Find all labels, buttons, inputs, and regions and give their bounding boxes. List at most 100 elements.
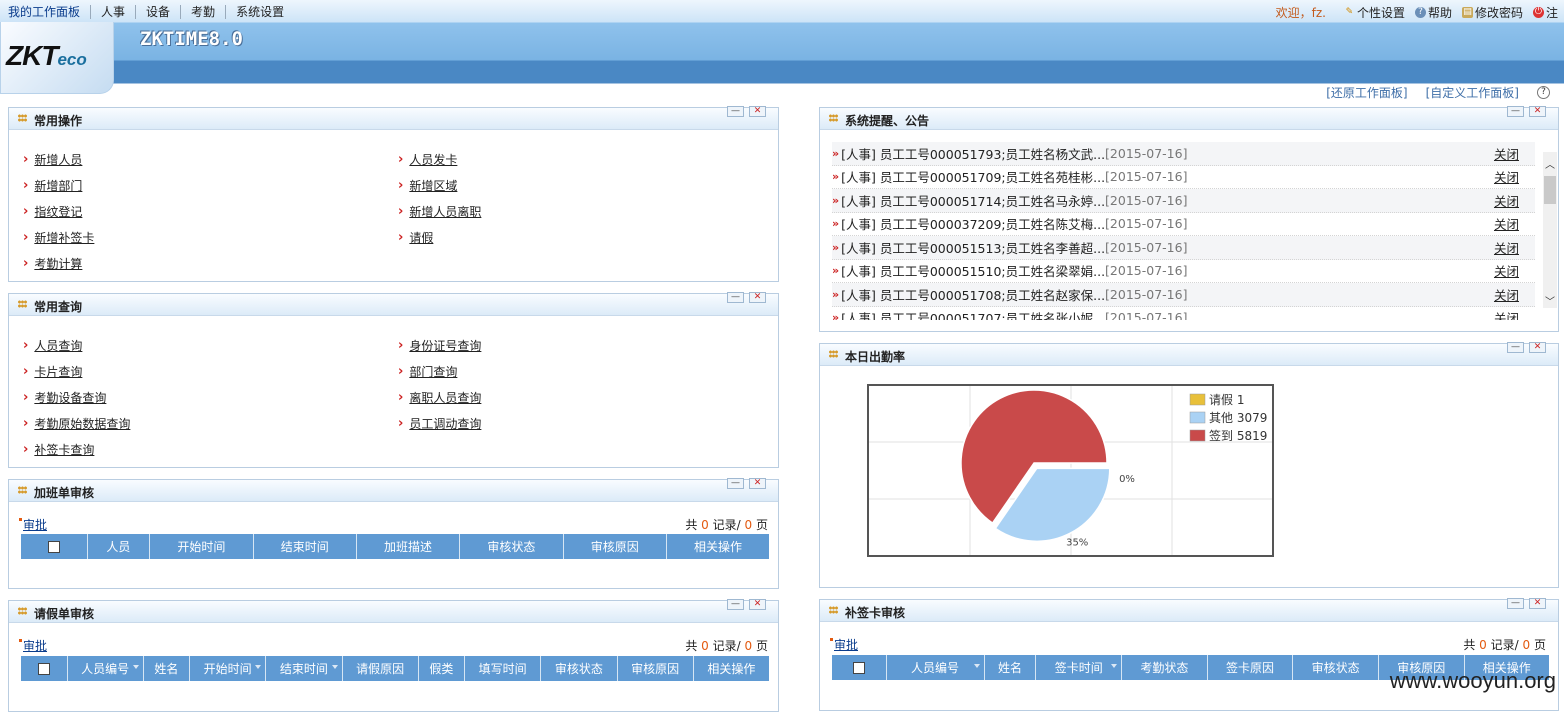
customize-dashboard-link[interactable]: [自定义工作面板]	[1426, 84, 1519, 101]
minimize-icon[interactable]: —	[727, 599, 744, 610]
drag-handle-icon[interactable]	[18, 607, 27, 615]
drag-handle-icon[interactable]	[18, 486, 27, 494]
change-password-link[interactable]: ▤修改密码	[1462, 4, 1523, 21]
notice-item[interactable]: »[人事] 员工工号000051513;员工姓名李善超...[2015-07-1…	[832, 236, 1535, 260]
drag-handle-icon[interactable]	[829, 606, 838, 614]
notice-close-link[interactable]: 关闭	[1494, 285, 1519, 304]
close-icon[interactable]: ✕	[1529, 106, 1546, 117]
select-all-checkbox[interactable]	[832, 655, 886, 680]
drag-handle-icon[interactable]	[18, 114, 27, 122]
column-header[interactable]: 签卡时间	[1036, 655, 1122, 680]
help-link[interactable]: ?帮助	[1415, 4, 1452, 21]
notice-item[interactable]: »[人事] 员工工号000051709;员工姓名苑桂彬...[2015-07-1…	[832, 166, 1535, 190]
scroll-down-icon[interactable]: ﹀	[1545, 293, 1555, 308]
issue-card-link[interactable]: 人员发卡	[409, 151, 457, 168]
notice-item[interactable]: »[人事] 员工工号000051793;员工姓名杨文武...[2015-07-1…	[832, 142, 1535, 166]
minimize-icon[interactable]: —	[727, 292, 744, 303]
add-resignation-link[interactable]: 新增人员离职	[409, 203, 481, 220]
notice-close-link[interactable]: 关闭	[1494, 191, 1519, 210]
add-person-link[interactable]: 新增人员	[34, 151, 82, 168]
notice-close-link[interactable]: 关闭	[1494, 167, 1519, 186]
add-makeup-card-link[interactable]: 新增补签卡	[34, 229, 94, 246]
column-header[interactable]: 加班描述	[356, 534, 459, 559]
add-department-link[interactable]: 新增部门	[34, 177, 82, 194]
approve-button[interactable]: 审批	[19, 637, 47, 654]
notice-close-link[interactable]: 关闭	[1494, 238, 1519, 257]
column-header[interactable]: 结束时间	[253, 534, 356, 559]
department-query-link[interactable]: 部门查询	[409, 363, 457, 380]
attendance-calc-link[interactable]: 考勤计算	[34, 255, 82, 272]
makeup-card-query-link[interactable]: 补签卡查询	[34, 441, 94, 458]
notice-close-link[interactable]: 关闭	[1494, 261, 1519, 280]
raw-data-query-link[interactable]: 考勤原始数据查询	[34, 415, 130, 432]
personal-settings-link[interactable]: ✎个性设置	[1344, 4, 1405, 21]
notice-item[interactable]: »[人事] 员工工号000051510;员工姓名梁翠娟...[2015-07-1…	[832, 260, 1535, 284]
notice-item[interactable]: »[人事] 员工工号000051707;员工姓名张小妮...[2015-07-1…	[832, 307, 1535, 321]
column-header[interactable]: 审核状态	[1293, 655, 1379, 680]
close-icon[interactable]: ✕	[749, 478, 766, 489]
approve-button[interactable]: 审批	[19, 516, 47, 533]
notice-scrollbar[interactable]: ︿﹀	[1543, 152, 1557, 308]
card-query-link[interactable]: 卡片查询	[34, 363, 82, 380]
scroll-up-icon[interactable]: ︿	[1545, 156, 1555, 171]
add-area-link[interactable]: 新增区域	[409, 177, 457, 194]
transfer-query-link[interactable]: 员工调动查询	[409, 415, 481, 432]
restore-dashboard-link[interactable]: [还原工作面板]	[1326, 84, 1407, 101]
minimize-icon[interactable]: —	[727, 478, 744, 489]
id-number-query-link[interactable]: 身份证号查询	[409, 337, 481, 354]
notice-item[interactable]: »[人事] 员工工号000037209;员工姓名陈艾梅...[2015-07-1…	[832, 213, 1535, 237]
nav-item-device[interactable]: 设备	[136, 5, 181, 19]
column-header[interactable]: 人员	[87, 534, 150, 559]
column-header[interactable]: 人员编号	[67, 656, 143, 681]
minimize-icon[interactable]: —	[1507, 598, 1524, 609]
column-header[interactable]: 开始时间	[190, 656, 266, 681]
nav-item-dashboard[interactable]: 我的工作面板	[8, 5, 91, 19]
drag-handle-icon[interactable]	[829, 114, 838, 122]
close-icon[interactable]: ✕	[1529, 342, 1546, 353]
minimize-icon[interactable]: —	[1507, 342, 1524, 353]
notice-item[interactable]: »[人事] 员工工号000051714;员工姓名马永婷...[2015-07-1…	[832, 189, 1535, 213]
select-all-checkbox[interactable]	[21, 534, 87, 559]
close-icon[interactable]: ✕	[749, 106, 766, 117]
column-header[interactable]: 签卡原因	[1207, 655, 1293, 680]
fingerprint-register-link[interactable]: 指纹登记	[34, 203, 82, 220]
drag-handle-icon[interactable]	[829, 350, 838, 358]
column-header[interactable]: 姓名	[143, 656, 189, 681]
column-header[interactable]: 审核原因	[617, 656, 693, 681]
person-query-link[interactable]: 人员查询	[34, 337, 82, 354]
resigned-query-link[interactable]: 离职人员查询	[409, 389, 481, 406]
leave-request-link[interactable]: 请假	[409, 229, 433, 246]
column-header[interactable]: 审核原因	[563, 534, 666, 559]
column-header[interactable]: 相关操作	[666, 534, 769, 559]
logout-link[interactable]: ⏻注	[1533, 4, 1558, 21]
column-header[interactable]: 请假原因	[342, 656, 418, 681]
nav-item-system[interactable]: 系统设置	[226, 5, 294, 19]
column-header[interactable]: 审核状态	[541, 656, 617, 681]
notice-close-link[interactable]: 关闭	[1494, 214, 1519, 233]
close-icon[interactable]: ✕	[1529, 598, 1546, 609]
minimize-icon[interactable]: —	[1507, 106, 1524, 117]
minimize-icon[interactable]: —	[727, 106, 744, 117]
select-all-checkbox[interactable]	[21, 656, 67, 681]
close-icon[interactable]: ✕	[749, 599, 766, 610]
nav-item-personnel[interactable]: 人事	[91, 5, 136, 19]
help-icon[interactable]: ?	[1537, 86, 1550, 99]
column-header[interactable]: 相关操作	[693, 656, 769, 681]
close-icon[interactable]: ✕	[749, 292, 766, 303]
column-header[interactable]: 结束时间	[266, 656, 342, 681]
nav-item-attendance[interactable]: 考勤	[181, 5, 226, 19]
column-header[interactable]: 考勤状态	[1122, 655, 1208, 680]
column-header[interactable]: 开始时间	[150, 534, 253, 559]
column-header[interactable]: 审核状态	[460, 534, 563, 559]
device-query-link[interactable]: 考勤设备查询	[34, 389, 106, 406]
scroll-thumb[interactable]	[1544, 176, 1556, 204]
column-header[interactable]: 姓名	[984, 655, 1036, 680]
notice-close-link[interactable]: 关闭	[1494, 144, 1519, 163]
column-header[interactable]: 填写时间	[465, 656, 541, 681]
drag-handle-icon[interactable]	[18, 300, 27, 308]
column-header[interactable]: 假类	[418, 656, 464, 681]
notice-close-link[interactable]: 关闭	[1494, 308, 1519, 320]
approve-button[interactable]: 审批	[830, 636, 858, 653]
notice-item[interactable]: »[人事] 员工工号000051708;员工姓名赵家保...[2015-07-1…	[832, 283, 1535, 307]
column-header[interactable]: 人员编号	[886, 655, 984, 680]
